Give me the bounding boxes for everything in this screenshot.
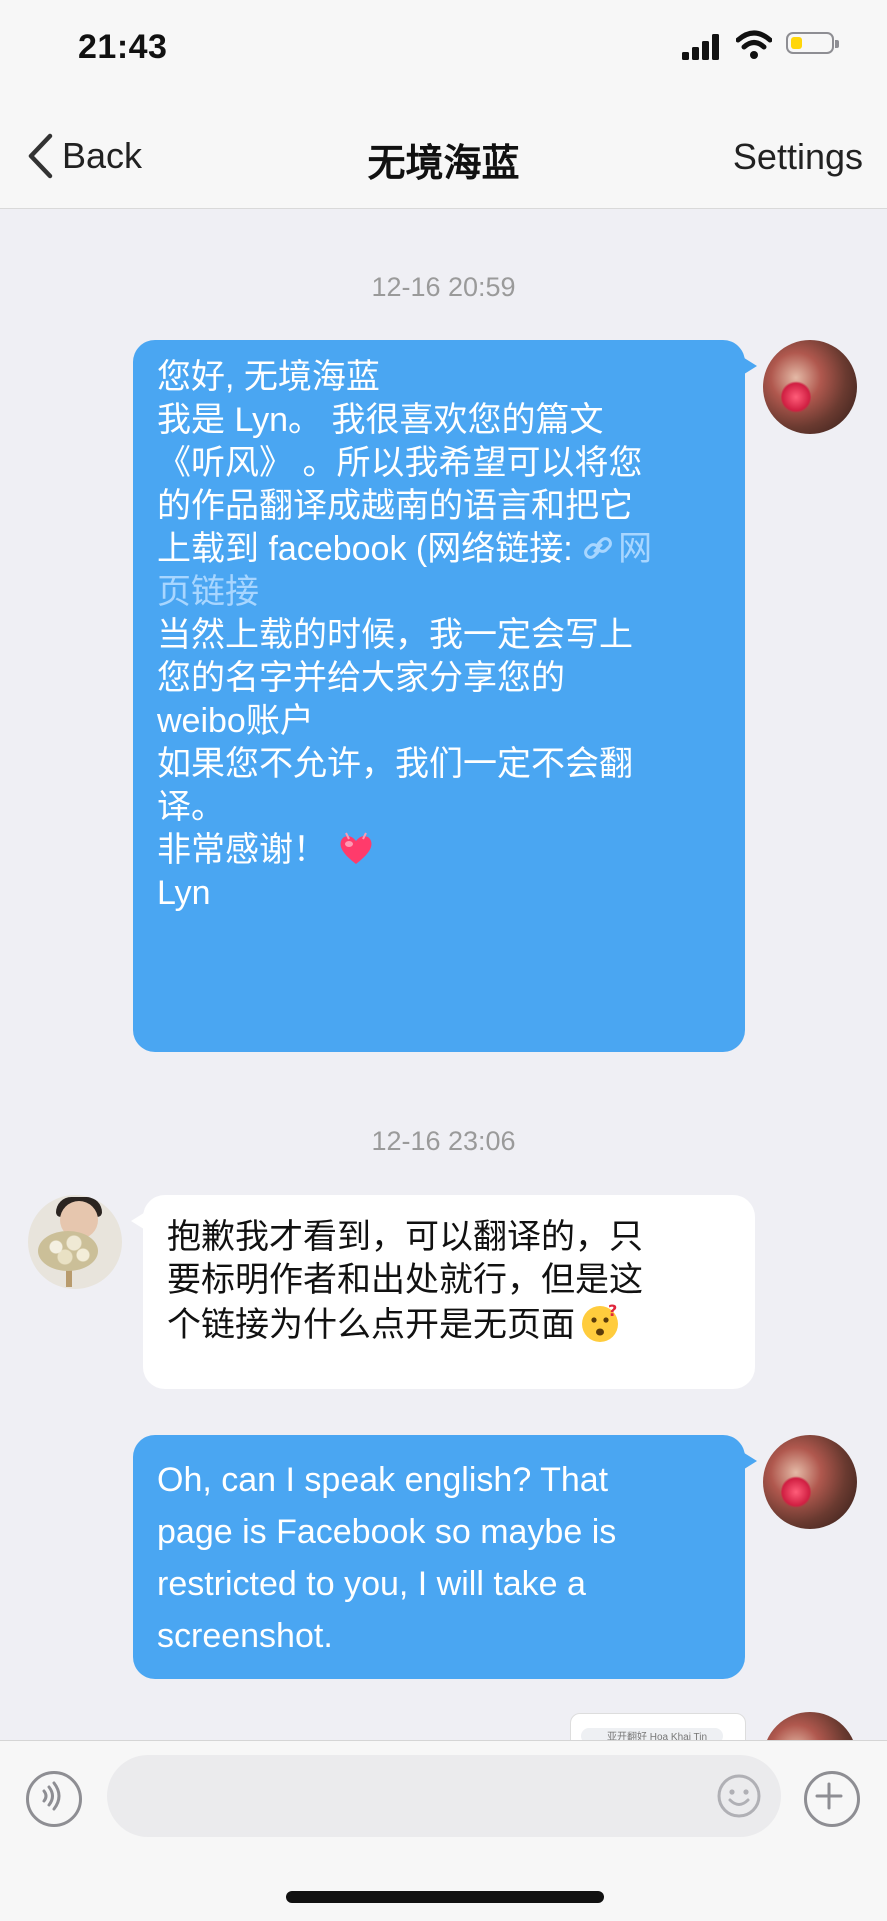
add-attachment-button[interactable] [804, 1771, 860, 1827]
voice-input-button[interactable] [26, 1771, 82, 1827]
message-text: Oh, can I speak english? That page is Fa… [157, 1461, 617, 1655]
my-avatar[interactable] [763, 340, 857, 434]
my-avatar[interactable] [763, 1435, 857, 1529]
contact-avatar[interactable] [28, 1195, 122, 1289]
voice-icon [42, 1781, 61, 1811]
my-message-bubble[interactable]: 您好, 无境海蓝 我是 Lyn。 我很喜欢您的篇文 《听风》 。所以我希望可以将… [133, 340, 757, 1052]
battery-icon [786, 32, 839, 54]
battery-level [791, 37, 802, 49]
contact-message-bubble[interactable]: 抱歉我才看到，可以翻译的，只 要标明作者和出处就行，但是这 个链接为什么点开是无… [131, 1195, 755, 1389]
heart-emoji-icon [340, 832, 372, 864]
cellular-signal-icon [682, 34, 719, 60]
top-bar: 21:43 Back 无境海蓝 Settings [0, 0, 887, 209]
message-timestamp: 12-16 23:06 [371, 1126, 516, 1156]
svg-text:?: ? [608, 1302, 617, 1320]
link-icon [584, 537, 613, 559]
emoji-smiley-icon[interactable] [716, 1773, 762, 1819]
message-input[interactable] [107, 1755, 781, 1837]
my-message-bubble[interactable]: Oh, can I speak english? That page is Fa… [133, 1435, 757, 1679]
thinking-face-emoji-icon: ? [582, 1302, 618, 1342]
message-text: 抱歉我才看到，可以翻译的，只 要标明作者和出处就行，但是这 个链接为什么点开是无… [167, 1218, 643, 1344]
settings-button[interactable]: Settings [733, 136, 863, 178]
message-text: 当然上载的时候，我一定会写上 您的名字并给大家分享您的 weibo账户 如果您不… [157, 616, 633, 869]
wifi-icon [736, 30, 772, 59]
home-indicator[interactable] [286, 1891, 604, 1903]
status-time: 21:43 [78, 28, 168, 66]
message-text: 您好, 无境海蓝 我是 Lyn。 我很喜欢您的篇文 《听风》 。所以我希望可以将… [157, 358, 643, 568]
message-signature: Lyn [157, 874, 211, 912]
avatar-flowers [38, 1231, 98, 1271]
plus-icon [815, 1782, 843, 1810]
battery-nub [835, 40, 839, 48]
message-timestamp: 12-16 20:59 [371, 272, 516, 302]
